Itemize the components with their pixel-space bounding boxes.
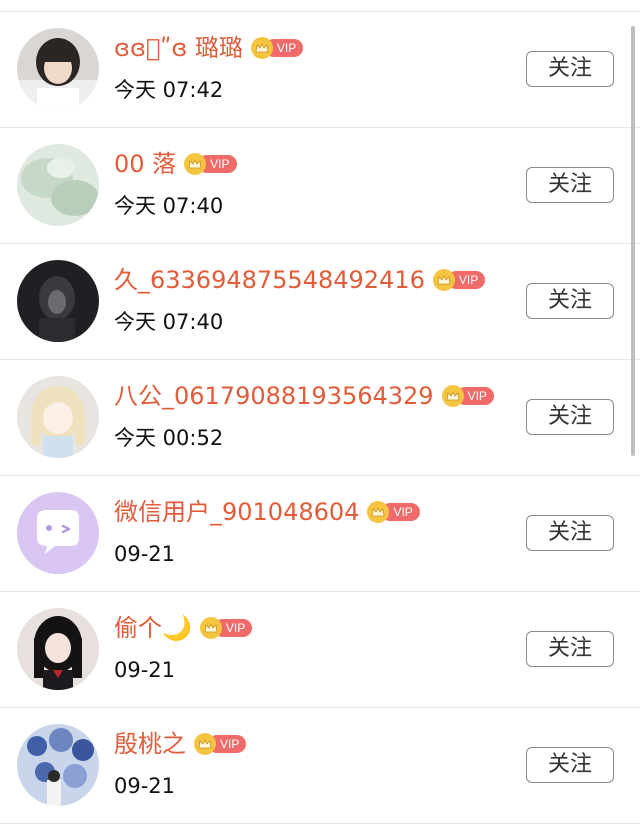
- avatar[interactable]: [17, 260, 99, 342]
- list-item[interactable]: 殷桃之 VIP 09-21 关注: [0, 708, 640, 824]
- follow-button[interactable]: 关注: [526, 167, 614, 203]
- user-name[interactable]: 八公_06179088193564329: [114, 380, 434, 412]
- user-name[interactable]: 久_633694875548492416: [114, 264, 425, 296]
- follow-button[interactable]: 关注: [526, 515, 614, 551]
- list-item[interactable]: 微信用户_901048604 VIP 09-21 关注: [0, 476, 640, 592]
- vip-badge: VIP: [199, 617, 253, 639]
- follow-button[interactable]: 关注: [526, 631, 614, 667]
- user-name[interactable]: 殷桃之: [114, 728, 186, 760]
- vip-badge: VIP: [194, 733, 247, 755]
- list-item[interactable]: 八公_06179088193564329 VIP 今天 00:52 关注: [0, 360, 640, 476]
- crown-icon: [250, 37, 273, 59]
- follow-button[interactable]: 关注: [526, 283, 614, 319]
- avatar[interactable]: [17, 608, 99, 690]
- scrollbar[interactable]: [631, 26, 635, 456]
- list-item[interactable]: ɞɞ⃞ʺɞ 璐璐 VIP 今天 07:42 关注: [0, 12, 640, 128]
- list-item[interactable]: 00 落 VIP 今天 07:40 关注: [0, 128, 640, 244]
- avatar[interactable]: [17, 492, 99, 574]
- timestamp: 今天 07:40: [114, 310, 224, 334]
- timestamp: 今天 07:42: [114, 78, 224, 102]
- avatar[interactable]: [17, 724, 99, 806]
- vip-badge: VIP: [367, 501, 420, 523]
- user-list: ɞɞ⃞ʺɞ 璐璐 VIP 今天 07:42 关注 00 落 VIP 今天 07:…: [0, 12, 640, 824]
- crown-icon: [432, 269, 455, 291]
- crown-icon: [184, 153, 207, 175]
- vip-badge: VIP: [441, 385, 494, 407]
- avatar[interactable]: [17, 376, 99, 458]
- timestamp: 今天 00:52: [114, 426, 224, 450]
- user-name[interactable]: 00 落: [114, 148, 176, 180]
- timestamp: 今天 07:40: [114, 194, 224, 218]
- crown-icon: [199, 617, 222, 639]
- user-name[interactable]: 微信用户_901048604: [114, 496, 359, 528]
- avatar[interactable]: [17, 28, 99, 110]
- vip-badge: VIP: [432, 269, 486, 291]
- crown-icon: [194, 733, 216, 755]
- vip-badge: VIP: [250, 37, 304, 59]
- user-name[interactable]: ɞɞ⃞ʺɞ 璐璐: [114, 32, 243, 64]
- follow-button[interactable]: 关注: [526, 399, 614, 435]
- timestamp: 09-21: [114, 774, 176, 798]
- timestamp: 09-21: [114, 658, 176, 682]
- crown-icon: [441, 385, 464, 407]
- follow-button[interactable]: 关注: [526, 747, 614, 783]
- user-name[interactable]: 偷个🌙: [114, 612, 192, 644]
- avatar[interactable]: [17, 144, 99, 226]
- list-item[interactable]: 久_633694875548492416 VIP 今天 07:40 关注: [0, 244, 640, 360]
- timestamp: 09-21: [114, 542, 176, 566]
- follow-button[interactable]: 关注: [526, 51, 614, 87]
- vip-badge: VIP: [184, 153, 237, 175]
- list-item[interactable]: 偷个🌙 VIP 09-21 关注: [0, 592, 640, 708]
